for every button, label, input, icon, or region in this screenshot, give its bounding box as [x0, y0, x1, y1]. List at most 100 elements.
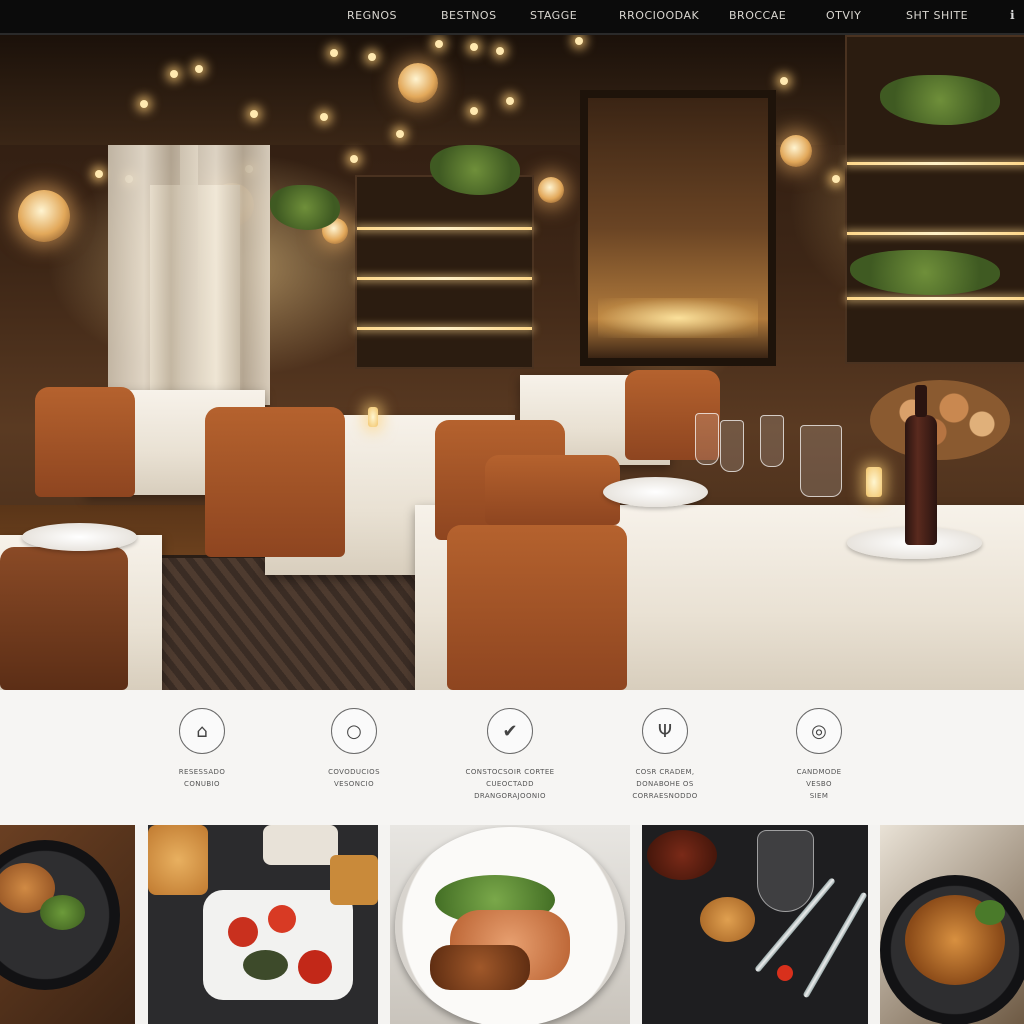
feature-item[interactable]: ⌂ RESESSADO CONUBIO [142, 708, 262, 790]
string-light [575, 37, 583, 45]
feature-text: COVODUCIOS VESONCIO [294, 766, 414, 790]
features-strip: ⌂ RESESSADO CONUBIO ○ COVODUCIOS VESONCI… [0, 690, 1024, 825]
tomato [228, 917, 258, 947]
gallery-tile-cutlery[interactable] [642, 825, 868, 1024]
gallery-tile-spaghetti[interactable] [880, 825, 1024, 1024]
top-nav-bar: REGNOS BESTNOS STAGGE RROCIOODAK BROCCAE… [0, 0, 1024, 35]
main-nav: REGNOS BESTNOS STAGGE RROCIOODAK BROCCAE… [0, 0, 1024, 33]
string-light [435, 40, 443, 48]
hero-image [0, 35, 1024, 690]
basil [975, 900, 1005, 925]
globe-light [780, 135, 812, 167]
feature-text: CANDMODE VESBO SIEM [759, 766, 879, 802]
feature-line: CANDMODE [796, 768, 842, 776]
dish-icon: ◎ [796, 708, 842, 754]
feature-item[interactable]: Ψ COSR CRADEM, DONABOHE OS CORRAESNODDO [605, 708, 725, 802]
shelf-light [847, 162, 1024, 165]
string-light [506, 97, 514, 105]
cherry-tomato [777, 965, 793, 981]
nav-item-2[interactable]: BESTNOS [441, 9, 497, 23]
sauce-bowl [263, 825, 338, 865]
nav-item-3[interactable]: STAGGE [530, 9, 577, 23]
nav-item-5[interactable]: BROCCAE [729, 9, 786, 23]
flower-centerpiece [870, 380, 1010, 460]
bar-mirror [580, 90, 776, 366]
chair [485, 455, 620, 525]
tomato [268, 905, 296, 933]
bread [330, 855, 378, 905]
lock-icon: ○ [331, 708, 377, 754]
globe-light [538, 177, 564, 203]
hanging-plant [270, 185, 340, 230]
water-glass [800, 425, 842, 497]
gallery-tile-salad[interactable] [148, 825, 378, 1024]
cloche-icon: ⌂ [179, 708, 225, 754]
pastry [700, 897, 755, 942]
waffle [148, 825, 208, 895]
feature-text: COSR CRADEM, DONABOHE OS CORRAESNODDO [605, 766, 725, 802]
curtain-right [180, 145, 270, 405]
pendant-lamp [398, 63, 438, 103]
shelf-light [847, 297, 1024, 300]
string-light [195, 65, 203, 73]
string-light [496, 47, 504, 55]
feature-line: VESONCIO [333, 780, 375, 788]
string-light [250, 110, 258, 118]
candle [866, 467, 882, 497]
wine-glass [720, 420, 744, 472]
gallery-tile-burger[interactable] [0, 825, 135, 1024]
tomato [298, 950, 332, 984]
feature-line: COSR CRADEM, [635, 768, 695, 776]
nav-item-4[interactable]: RROCIOODAK [619, 9, 699, 23]
nav-item-7[interactable]: SHT SHITE [906, 9, 968, 23]
feature-line: CORRAESNODDO [632, 792, 698, 800]
feature-text: RESESSADO CONUBIO [142, 766, 262, 790]
feature-line: COVODUCIOS [328, 768, 380, 776]
feature-item[interactable]: ◎ CANDMODE VESBO SIEM [759, 708, 879, 802]
wine-glass [695, 413, 719, 465]
feature-item[interactable]: ✔ CONSTOCSOIR CORTEE CUEOCTADD DRANGORAJ… [450, 708, 570, 802]
wicker-chair [0, 547, 128, 690]
feature-line: CONUBIO [184, 780, 220, 788]
string-light [320, 113, 328, 121]
feature-line: SIEM [809, 792, 829, 800]
chair [205, 407, 345, 557]
nav-item-1[interactable]: REGNOS [347, 9, 397, 23]
feature-line: CONSTOCSOIR CORTEE [465, 768, 555, 776]
feature-text: CONSTOCSOIR CORTEE CUEOCTADD DRANGORAJOO… [450, 766, 570, 802]
string-light [470, 43, 478, 51]
string-light [330, 49, 338, 57]
string-light [396, 130, 404, 138]
string-light [832, 175, 840, 183]
checkmark-icon: ✔ [487, 708, 533, 754]
feature-item[interactable]: ○ COVODUCIOS VESONCIO [294, 708, 414, 790]
string-light [350, 155, 358, 163]
string-light [470, 107, 478, 115]
greens [243, 950, 288, 980]
shelf-light [847, 232, 1024, 235]
candle [368, 407, 378, 427]
feature-line: DRANGORAJOONIO [474, 792, 546, 800]
string-light [140, 100, 148, 108]
gallery-tile-salmon[interactable] [390, 825, 630, 1024]
string-light [95, 170, 103, 178]
chair-front [447, 525, 627, 690]
string-light [368, 53, 376, 61]
candle-glow [598, 298, 758, 338]
shelf-light [357, 327, 532, 330]
salad [40, 895, 85, 930]
pendant-lamp [18, 190, 70, 242]
wine-bottle [905, 385, 937, 545]
plate [603, 477, 708, 507]
tree-icon: Ψ [642, 708, 688, 754]
feature-line: VESBO [806, 780, 832, 788]
seared-fish [430, 945, 530, 990]
info-icon[interactable]: ℹ [1010, 8, 1015, 22]
bar-shelf [355, 175, 534, 369]
feature-line: DONABOHE OS [636, 780, 694, 788]
string-light [170, 70, 178, 78]
chair [35, 387, 135, 497]
nav-item-6[interactable]: OTVIY [826, 9, 861, 23]
feature-line: CUEOCTADD [486, 780, 534, 788]
wine-glass [760, 415, 784, 467]
